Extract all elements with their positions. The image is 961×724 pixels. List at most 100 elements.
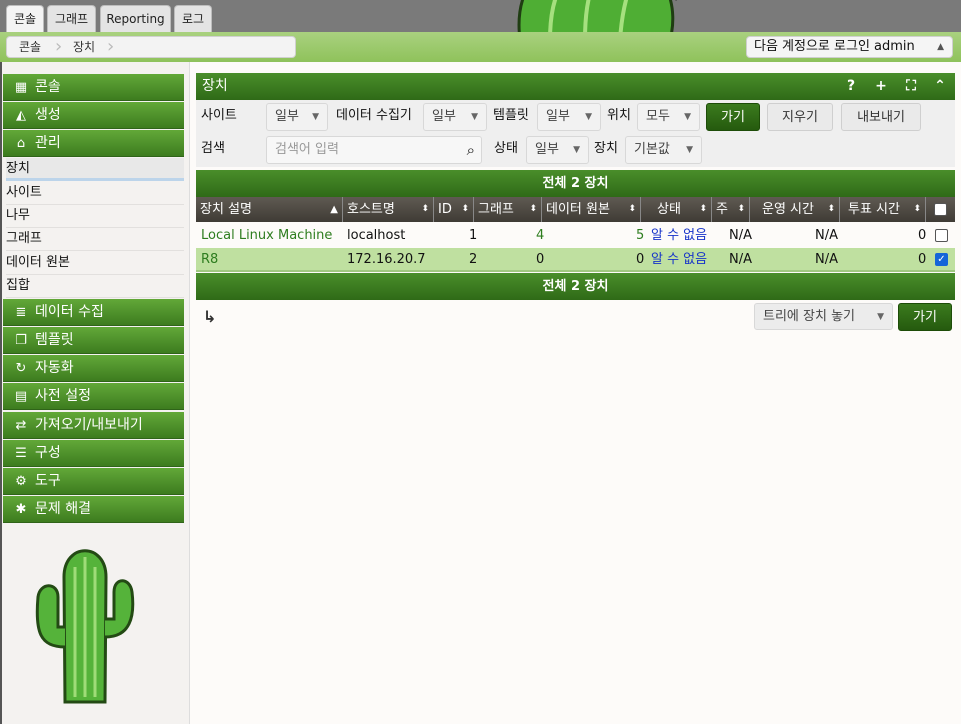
column-header-select-all[interactable]: [926, 197, 955, 222]
breadcrumb-console[interactable]: 콘솔: [19, 37, 41, 57]
sidebar-section-label: 관리: [35, 135, 61, 151]
sidebar: ▦ 콘솔 ◭ 생성 ⌂ 관리 장치 사이트 나무 그래프 데이터 원본 집합 ≣…: [0, 62, 190, 724]
column-header-primary[interactable]: 주 ⬍: [712, 197, 750, 222]
site-select-value: 일부: [275, 109, 299, 124]
sidebar-section-create[interactable]: ◭ 생성: [3, 102, 184, 129]
exchange-icon: ⇄: [15, 418, 27, 433]
location-select[interactable]: 모두 ▼: [637, 103, 700, 131]
row-select-checkbox[interactable]: ✓: [935, 253, 948, 266]
search-input[interactable]: 검색어 입력 ⌕: [266, 136, 482, 164]
row-select-checkbox[interactable]: [935, 229, 948, 242]
chevron-down-icon: ▼: [573, 145, 580, 155]
fullscreen-icon[interactable]: ⛶: [903, 73, 919, 100]
sidebar-section-automation[interactable]: ↻ 자동화: [3, 355, 184, 382]
sort-icon: ⬍: [699, 204, 707, 214]
sidebar-item-sites[interactable]: 사이트: [6, 182, 184, 205]
search-placeholder: 검색어 입력: [275, 142, 339, 157]
table-caption-top: 전체 2 장치: [196, 170, 955, 197]
column-header-description[interactable]: 장치 설명 ▲: [196, 197, 343, 222]
graphs-count-link[interactable]: 4: [536, 224, 544, 248]
table-row[interactable]: Local Linux Machine localhost 1 4 5 알 수 …: [196, 224, 955, 248]
action-go-button[interactable]: 가기: [898, 303, 952, 331]
sidebar-section-label: 구성: [35, 445, 61, 461]
sort-icon: ⬍: [827, 204, 835, 214]
template-select[interactable]: 일부 ▼: [537, 103, 601, 131]
template-filter-label: 템플릿: [493, 108, 529, 123]
sidebar-section-label: 자동화: [35, 360, 74, 376]
sidebar-section-label: 도구: [35, 473, 61, 489]
column-header-label: 주: [716, 202, 728, 217]
clear-button[interactable]: 지우기: [767, 103, 833, 131]
device-rows-select[interactable]: 기본값 ▼: [625, 136, 702, 164]
column-header-poll-time[interactable]: 투표 시간 ⬍: [840, 197, 926, 222]
collector-select[interactable]: 일부 ▼: [423, 103, 487, 131]
sidebar-item-trees[interactable]: 나무: [6, 205, 184, 228]
search-label: 검색: [201, 141, 225, 156]
site-select[interactable]: 일부 ▼: [266, 103, 328, 131]
caret-up-icon: ▲: [937, 42, 944, 52]
chevron-down-icon: ▼: [877, 312, 884, 322]
collapse-icon[interactable]: ⌃: [932, 73, 948, 100]
collector-select-value: 일부: [432, 109, 456, 124]
device-description-link[interactable]: R8: [201, 248, 218, 272]
help-icon[interactable]: ?: [843, 73, 859, 100]
database-icon: ≣: [15, 305, 27, 320]
tab-graphs[interactable]: 그래프: [47, 5, 96, 32]
column-header-data-sources[interactable]: 데이터 원본 ⬍: [542, 197, 641, 222]
sort-icon: ⬍: [461, 204, 469, 214]
sidebar-item-devices[interactable]: 장치: [6, 158, 184, 181]
column-header-hostname[interactable]: 호스트명 ⬍: [343, 197, 434, 222]
sidebar-item-aggregates[interactable]: 집합: [6, 275, 184, 298]
sidebar-item-data-sources[interactable]: 데이터 원본: [6, 252, 184, 275]
data-sources-count-cell: 0: [636, 252, 645, 267]
sidebar-section-presets[interactable]: ▤ 사전 설정: [3, 383, 184, 410]
sidebar-section-management[interactable]: ⌂ 관리: [3, 130, 184, 157]
status-select[interactable]: 일부 ▼: [526, 136, 589, 164]
breadcrumb-separator-icon: ›: [107, 36, 115, 57]
sidebar-section-console[interactable]: ▦ 콘솔: [3, 74, 184, 101]
sidebar-section-configuration[interactable]: ☰ 구성: [3, 440, 184, 467]
login-user-menu[interactable]: 다음 계정으로 로그인 admin ▲: [746, 36, 953, 58]
column-header-graphs[interactable]: 그래프 ⬍: [474, 197, 542, 222]
export-button[interactable]: 내보내기: [841, 103, 921, 131]
id-cell: 2: [469, 252, 478, 267]
id-cell: 1: [469, 228, 478, 243]
device-action-select[interactable]: 트리에 장치 놓기 ▼: [754, 303, 893, 330]
sidebar-section-label: 콘솔: [35, 79, 61, 95]
breadcrumb-bar: 콘솔 › 장치 › 다음 계정으로 로그인 admin ▲: [0, 32, 961, 62]
sidebar-section-utilities[interactable]: ⚙ 도구: [3, 468, 184, 495]
sidebar-section-label: 데이터 수집: [35, 304, 104, 320]
table-row[interactable]: R8 172.16.20.7 2 0 0 알 수 없음 N/A N/A 0 ✓: [196, 248, 955, 272]
sync-icon: ↻: [15, 361, 27, 376]
select-all-checkbox[interactable]: [934, 203, 947, 216]
tab-logs[interactable]: 로그: [174, 5, 212, 32]
chevron-down-icon: ▼: [684, 112, 691, 122]
breadcrumb-separator-icon: ›: [55, 36, 63, 57]
primary-cell: N/A: [729, 252, 752, 267]
column-header-label: 호스트명: [347, 202, 395, 217]
go-button[interactable]: 가기: [706, 103, 760, 131]
device-action-value: 트리에 장치 놓기: [763, 309, 855, 324]
location-select-value: 모두: [646, 109, 670, 124]
cactus-mascot-icon: [35, 549, 135, 704]
sidebar-section-import-export[interactable]: ⇄ 가져오기/내보내기: [3, 412, 184, 439]
sidebar-section-troubleshooting[interactable]: ✱ 문제 해결: [3, 496, 184, 523]
tab-console[interactable]: 콘솔: [6, 5, 44, 32]
sidebar-section-templates[interactable]: ❐ 템플릿: [3, 327, 184, 354]
breadcrumb-devices: 장치: [73, 40, 96, 54]
column-header-status[interactable]: 상태 ⬍: [641, 197, 712, 222]
column-header-id[interactable]: ID ⬍: [434, 197, 474, 222]
sidebar-item-graphs[interactable]: 그래프: [6, 228, 184, 251]
tab-reporting[interactable]: Reporting: [100, 5, 171, 32]
add-icon[interactable]: +: [873, 73, 889, 100]
data-sources-count-link[interactable]: 5: [636, 224, 644, 248]
column-header-label: 장치 설명: [200, 202, 252, 217]
column-header-uptime[interactable]: 운영 시간 ⬍: [750, 197, 840, 222]
archive-icon: ▤: [14, 389, 28, 404]
collector-filter-label: 데이터 수집기: [336, 108, 412, 123]
device-description-link[interactable]: Local Linux Machine: [201, 224, 332, 248]
top-navigation-bar: 콘솔 그래프 Reporting 로그: [0, 0, 961, 32]
sidebar-section-data-collection[interactable]: ≣ 데이터 수집: [3, 299, 184, 326]
login-text: 다음 계정으로 로그인 admin: [754, 39, 915, 54]
sort-asc-icon: ▲: [330, 204, 338, 215]
